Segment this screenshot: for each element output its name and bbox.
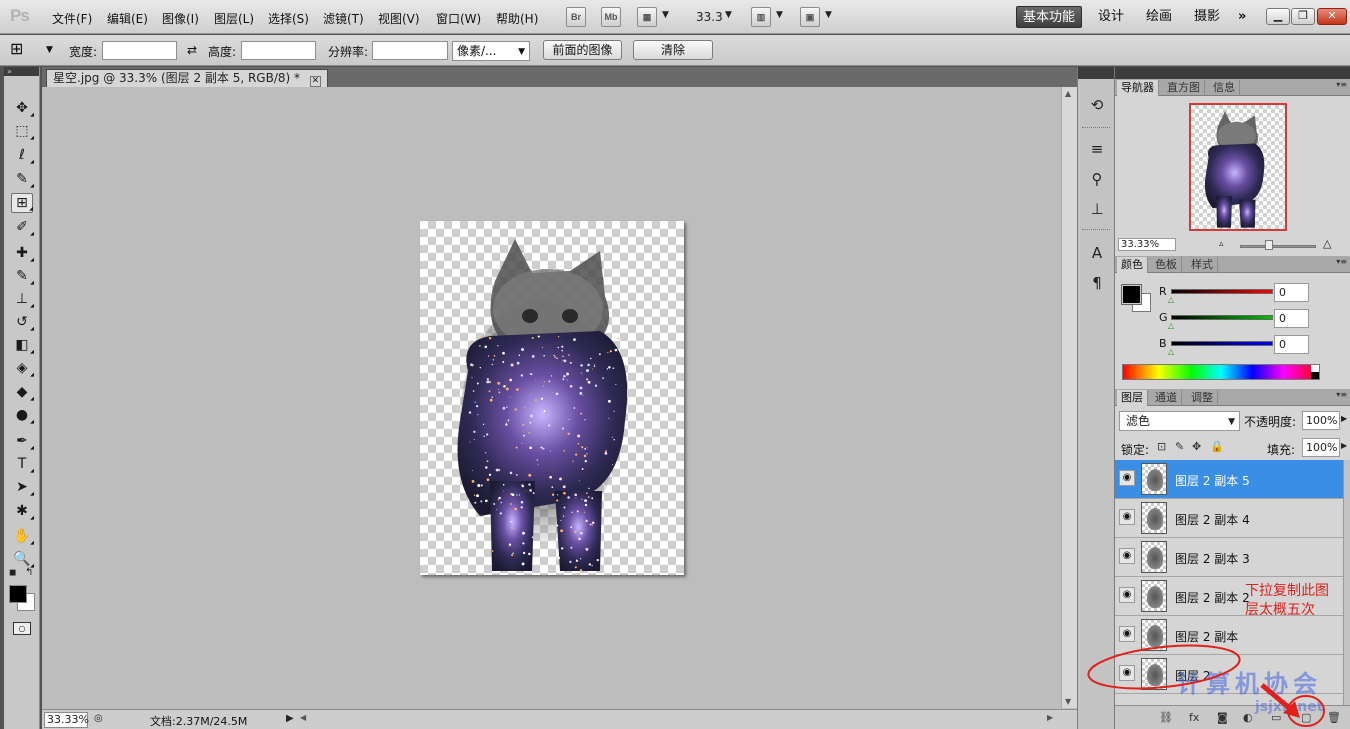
annotation-circle-layer <box>1087 644 1241 690</box>
annotation-overlay <box>1087 644 1325 727</box>
